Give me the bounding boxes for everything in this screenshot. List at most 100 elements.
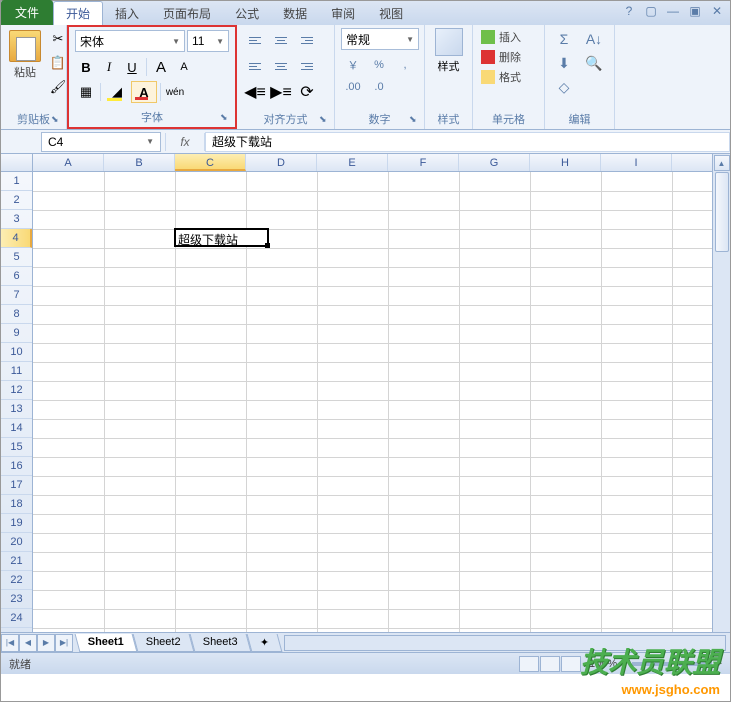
tab-formula[interactable]: 公式 xyxy=(223,2,271,25)
font-name-select[interactable]: 宋体 ▼ xyxy=(75,30,185,52)
tab-home[interactable]: 开始 xyxy=(53,1,103,25)
border-button[interactable]: ▦ xyxy=(75,81,97,103)
styles-button[interactable]: 样式 xyxy=(431,28,466,74)
zoom-in-button[interactable]: + xyxy=(716,658,722,670)
column-header-G[interactable]: G xyxy=(459,154,530,171)
bold-button[interactable]: B xyxy=(75,56,97,78)
format-painter-button[interactable]: 🖌 xyxy=(47,76,69,98)
align-left-button[interactable] xyxy=(243,54,267,78)
tab-review[interactable]: 审阅 xyxy=(319,2,367,25)
row-header-23[interactable]: 23 xyxy=(1,590,32,609)
minimize-ribbon-icon[interactable]: ▢ xyxy=(644,4,658,18)
fill-button[interactable]: ⬇ xyxy=(551,52,577,74)
row-header-5[interactable]: 5 xyxy=(1,248,32,267)
row-header-6[interactable]: 6 xyxy=(1,267,32,286)
font-size-select[interactable]: 11 ▼ xyxy=(187,30,229,52)
phonetic-button[interactable]: wén xyxy=(164,81,186,103)
indent-decrease-button[interactable]: ◀≡ xyxy=(243,80,267,104)
fx-button[interactable]: fx xyxy=(165,133,205,151)
number-format-select[interactable]: 常规 ▼ xyxy=(341,28,419,50)
clipboard-dialog-launcher[interactable]: ⬊ xyxy=(51,114,63,126)
sheet-tab-Sheet2[interactable]: Sheet2 xyxy=(133,634,195,652)
column-header-C[interactable]: C xyxy=(175,154,246,171)
select-all-corner[interactable] xyxy=(1,154,33,172)
comma-button[interactable]: , xyxy=(393,54,417,76)
close-icon[interactable]: ✕ xyxy=(710,4,724,18)
prev-sheet-button[interactable]: ◀ xyxy=(19,634,37,652)
row-header-9[interactable]: 9 xyxy=(1,324,32,343)
increase-decimal-button[interactable]: .00 xyxy=(341,76,365,98)
tab-data[interactable]: 数据 xyxy=(271,2,319,25)
sheet-tab-Sheet3[interactable]: Sheet3 xyxy=(190,634,252,652)
copy-button[interactable]: 📋 xyxy=(47,52,69,74)
row-header-16[interactable]: 16 xyxy=(1,457,32,476)
align-middle-button[interactable] xyxy=(269,28,293,52)
column-header-D[interactable]: D xyxy=(246,154,317,171)
align-top-button[interactable] xyxy=(243,28,267,52)
column-header-I[interactable]: I xyxy=(601,154,672,171)
tab-insert[interactable]: 插入 xyxy=(103,2,151,25)
number-dialog-launcher[interactable]: ⬊ xyxy=(409,114,421,126)
font-dialog-launcher[interactable]: ⬊ xyxy=(220,112,232,124)
insert-cells-button[interactable]: 插入 xyxy=(479,28,538,46)
orientation-button[interactable]: ⟳ xyxy=(295,80,319,104)
scroll-thumb[interactable] xyxy=(715,172,729,252)
row-header-19[interactable]: 19 xyxy=(1,514,32,533)
formula-input[interactable]: 超级下载站 xyxy=(205,132,730,152)
delete-cells-button[interactable]: 删除 xyxy=(479,48,538,66)
row-header-10[interactable]: 10 xyxy=(1,343,32,362)
horizontal-scrollbar[interactable] xyxy=(284,635,726,651)
zoom-out-button[interactable]: − xyxy=(621,658,627,670)
column-header-B[interactable]: B xyxy=(104,154,175,171)
help-icon[interactable]: ? xyxy=(622,4,636,18)
minimize-icon[interactable]: — xyxy=(666,4,680,18)
row-header-21[interactable]: 21 xyxy=(1,552,32,571)
row-header-7[interactable]: 7 xyxy=(1,286,32,305)
fill-color-button[interactable]: ◢ xyxy=(104,81,130,103)
last-sheet-button[interactable]: ▶| xyxy=(55,634,73,652)
underline-button[interactable]: U xyxy=(121,56,143,78)
autosum-button[interactable]: Σ xyxy=(551,28,577,50)
align-dialog-launcher[interactable]: ⬊ xyxy=(319,114,331,126)
row-header-17[interactable]: 17 xyxy=(1,476,32,495)
new-sheet-button[interactable]: ✦ xyxy=(246,634,282,652)
vertical-scrollbar[interactable]: ▲ xyxy=(712,154,730,632)
row-header-13[interactable]: 13 xyxy=(1,400,32,419)
cells-area[interactable]: 超级下载站 xyxy=(33,172,712,632)
align-right-button[interactable] xyxy=(295,54,319,78)
decrease-decimal-button[interactable]: .0 xyxy=(367,76,391,98)
row-header-14[interactable]: 14 xyxy=(1,419,32,438)
paste-button[interactable]: 粘贴 xyxy=(7,28,43,109)
find-button[interactable]: 🔍 xyxy=(581,52,607,74)
first-sheet-button[interactable]: |◀ xyxy=(1,634,19,652)
row-header-15[interactable]: 15 xyxy=(1,438,32,457)
sheet-tab-Sheet1[interactable]: Sheet1 xyxy=(75,634,138,652)
align-center-button[interactable] xyxy=(269,54,293,78)
row-header-8[interactable]: 8 xyxy=(1,305,32,324)
percent-button[interactable]: % xyxy=(367,54,391,76)
page-layout-view-button[interactable] xyxy=(540,656,560,672)
row-header-20[interactable]: 20 xyxy=(1,533,32,552)
row-header-11[interactable]: 11 xyxy=(1,362,32,381)
row-header-1[interactable]: 1 xyxy=(1,172,32,191)
column-header-F[interactable]: F xyxy=(388,154,459,171)
scroll-up-button[interactable]: ▲ xyxy=(714,155,730,171)
row-header-2[interactable]: 2 xyxy=(1,191,32,210)
column-header-E[interactable]: E xyxy=(317,154,388,171)
active-cell[interactable]: 超级下载站 xyxy=(174,228,269,247)
page-break-view-button[interactable] xyxy=(561,656,581,672)
currency-button[interactable]: ￥ xyxy=(341,54,365,76)
row-header-4[interactable]: 4 xyxy=(1,229,32,248)
tab-view[interactable]: 视图 xyxy=(367,2,415,25)
row-header-24[interactable]: 24 xyxy=(1,609,32,628)
restore-icon[interactable]: ▣ xyxy=(688,4,702,18)
shrink-font-button[interactable]: A xyxy=(173,56,195,78)
column-header-A[interactable]: A xyxy=(33,154,104,171)
next-sheet-button[interactable]: ▶ xyxy=(37,634,55,652)
normal-view-button[interactable] xyxy=(519,656,539,672)
tab-page-layout[interactable]: 页面布局 xyxy=(151,2,223,25)
row-header-22[interactable]: 22 xyxy=(1,571,32,590)
row-header-18[interactable]: 18 xyxy=(1,495,32,514)
zoom-slider[interactable] xyxy=(632,662,712,666)
cut-button[interactable]: ✂ xyxy=(47,28,69,50)
